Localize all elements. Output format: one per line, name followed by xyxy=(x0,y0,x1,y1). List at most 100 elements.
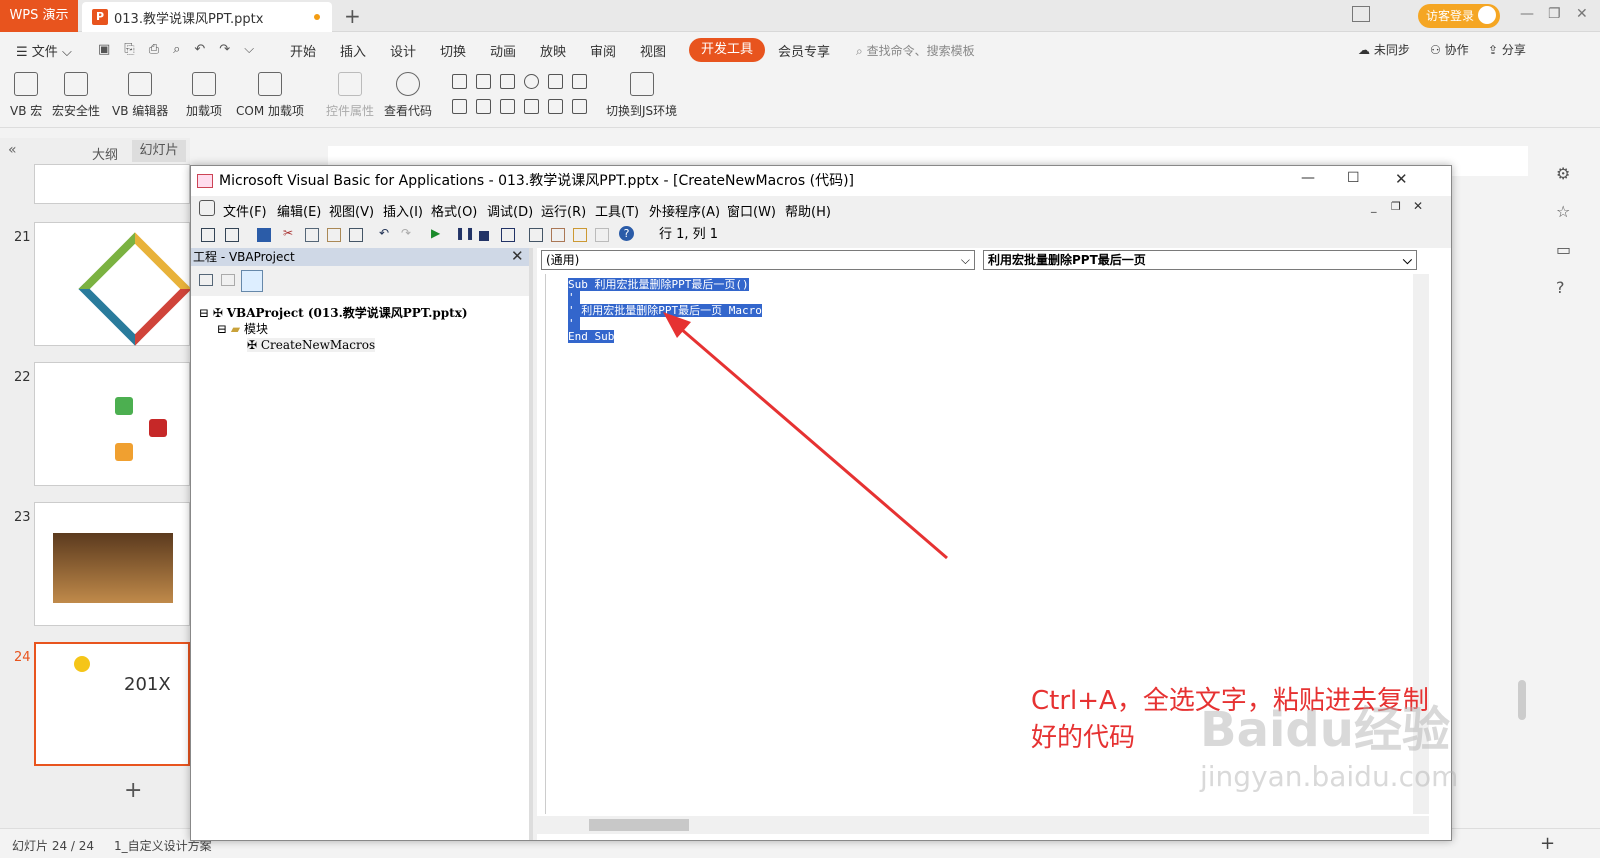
save-icon[interactable]: ▣ xyxy=(98,42,110,57)
slide-thumb-22[interactable] xyxy=(34,362,190,486)
restore-icon[interactable]: ❐ xyxy=(1548,6,1561,22)
procedure-combo[interactable]: 利用宏批量删除PPT最后一页 ⌵ xyxy=(983,250,1417,270)
vba-menu-tools[interactable]: 工具(T) xyxy=(595,201,639,220)
menu-view[interactable]: 视图 xyxy=(640,41,666,60)
vba-menu-file[interactable]: 文件(F) xyxy=(223,201,267,220)
run-icon[interactable]: ▶ xyxy=(431,226,440,240)
properties-icon[interactable] xyxy=(551,228,565,242)
addins-button[interactable]: 加载项 xyxy=(186,66,222,119)
child-restore-icon[interactable]: ❐ xyxy=(1391,200,1401,213)
tab-slides[interactable]: 幻灯片 xyxy=(132,140,186,162)
macro-security-button[interactable]: 宏安全性 xyxy=(52,66,100,119)
js-env-button[interactable]: 切换到JS环境 xyxy=(606,66,677,119)
project-explorer-icon[interactable] xyxy=(529,228,543,242)
reset-icon[interactable] xyxy=(479,231,489,241)
find-icon[interactable] xyxy=(349,228,363,242)
add-slide-button[interactable]: + xyxy=(124,778,142,803)
control-props-button[interactable]: 控件属性 xyxy=(326,66,374,119)
checkbox-icon[interactable] xyxy=(452,74,467,89)
vba-menu-debug[interactable]: 调试(D) xyxy=(487,201,533,220)
vba-close-icon[interactable]: ✕ xyxy=(1395,170,1408,188)
menu-file[interactable]: ☰ 文件 ⌵ xyxy=(16,41,72,60)
toggle-icon[interactable] xyxy=(452,99,467,114)
close-icon[interactable]: ✕ xyxy=(1576,6,1588,22)
view-ppt-icon[interactable] xyxy=(201,228,215,242)
menu-developer[interactable]: 开发工具 xyxy=(689,38,765,62)
vba-menu-edit[interactable]: 编辑(E) xyxy=(277,201,321,220)
help-icon[interactable]: ? xyxy=(619,226,634,241)
more-icon[interactable]: ⌵ xyxy=(244,42,254,57)
window-count-icon[interactable] xyxy=(1352,6,1370,22)
vba-menu-view[interactable]: 视图(V) xyxy=(329,201,374,220)
vba-menu-run[interactable]: 运行(R) xyxy=(541,201,586,220)
vb-editor-button[interactable]: VB 编辑器 xyxy=(112,66,168,119)
menu-member[interactable]: 会员专享 xyxy=(778,41,830,60)
collab-button[interactable]: ⚇ 协作 xyxy=(1430,41,1469,58)
preview-icon[interactable]: ⌕ xyxy=(173,42,180,57)
object-browser-icon[interactable] xyxy=(573,228,587,242)
export-icon[interactable]: ⎘ xyxy=(124,42,134,57)
search-box[interactable]: ⌕ 查找命令、搜索模板 xyxy=(856,42,975,59)
cut-icon[interactable]: ✂ xyxy=(283,226,293,240)
slide-thumb-23[interactable] xyxy=(34,502,190,626)
child-minimize-icon[interactable]: _ xyxy=(1371,200,1377,213)
radio-icon[interactable] xyxy=(524,74,539,89)
button-icon[interactable] xyxy=(500,74,515,89)
view-object-icon[interactable] xyxy=(221,274,235,286)
redo-icon[interactable]: ↷ xyxy=(219,42,230,57)
vba-menu-window[interactable]: 窗口(W) xyxy=(727,201,776,220)
menu-review[interactable]: 审阅 xyxy=(590,41,616,60)
view-code-button[interactable]: 查看代码 xyxy=(384,66,432,119)
wps-logo[interactable]: WPS 演示 xyxy=(0,0,78,32)
new-tab-button[interactable]: + xyxy=(344,4,361,28)
tree-root[interactable]: ⊟ ✠ VBAProject (013.教学说课风PPT.pptx) xyxy=(199,304,468,321)
combobox-icon[interactable] xyxy=(572,74,587,89)
toolbox-icon[interactable] xyxy=(595,228,609,242)
undo-icon[interactable]: ↶ xyxy=(379,226,389,240)
main-scrollbar[interactable] xyxy=(1518,680,1526,720)
help-icon[interactable]: ? xyxy=(1556,278,1565,297)
menu-insert[interactable]: 插入 xyxy=(340,41,366,60)
textbox-icon[interactable] xyxy=(476,74,491,89)
child-close-icon[interactable]: ✕ xyxy=(1413,199,1423,213)
tab-outline[interactable]: 大纲 xyxy=(92,144,118,163)
listbox-icon[interactable] xyxy=(548,74,563,89)
image-icon[interactable] xyxy=(548,99,563,114)
vba-menu-help[interactable]: 帮助(H) xyxy=(785,201,831,220)
minimize-icon[interactable]: — xyxy=(1520,6,1534,22)
menu-animation[interactable]: 动画 xyxy=(490,41,516,60)
vba-minimize-icon[interactable]: — xyxy=(1301,170,1315,186)
vba-menu-format[interactable]: 格式(O) xyxy=(431,201,477,220)
vb-macro-button[interactable]: VB 宏 xyxy=(10,66,42,119)
project-close-icon[interactable]: ✕ xyxy=(511,247,524,265)
undo-icon[interactable]: ↶ xyxy=(194,42,205,57)
zoom-in-icon[interactable]: + xyxy=(1540,833,1555,854)
screen-icon[interactable]: ▭ xyxy=(1556,240,1571,259)
spin-icon[interactable] xyxy=(476,99,491,114)
break-icon[interactable]: ❚❚ xyxy=(455,226,475,240)
doc-tab[interactable]: P 013.教学说课风PPT.pptx xyxy=(82,2,332,32)
frame-icon[interactable] xyxy=(572,99,587,114)
com-addins-button[interactable]: COM 加载项 xyxy=(236,66,304,119)
hscroll-thumb[interactable] xyxy=(589,819,689,831)
vba-menu-addins[interactable]: 外接程序(A) xyxy=(649,201,720,220)
code-hscroll[interactable] xyxy=(537,816,1429,834)
object-combo[interactable]: (通用) ⌵ xyxy=(541,250,975,270)
print-icon[interactable]: ⎙ xyxy=(149,42,159,57)
menu-transition[interactable]: 切换 xyxy=(440,41,466,60)
design-mode-icon[interactable] xyxy=(501,228,515,242)
menu-design[interactable]: 设计 xyxy=(390,41,416,60)
share-button[interactable]: ⇪ 分享 xyxy=(1488,41,1526,58)
collapse-icon[interactable]: « xyxy=(8,142,17,158)
sync-button[interactable]: ☁ 未同步 xyxy=(1358,41,1410,58)
slide-thumb-20[interactable] xyxy=(34,164,190,204)
redo-icon[interactable]: ↷ xyxy=(401,226,411,240)
star-icon[interactable]: ☆ xyxy=(1556,202,1570,221)
vba-maximize-icon[interactable]: ☐ xyxy=(1347,170,1360,186)
slide-thumb-21[interactable] xyxy=(34,222,192,346)
settings-icon[interactable]: ⚙ xyxy=(1556,164,1570,183)
paste-icon[interactable] xyxy=(327,228,341,242)
tree-folder[interactable]: ⊟ ▰ 模块 xyxy=(217,320,268,337)
view-code-icon[interactable] xyxy=(199,274,213,286)
scrollbar-icon[interactable] xyxy=(500,99,515,114)
